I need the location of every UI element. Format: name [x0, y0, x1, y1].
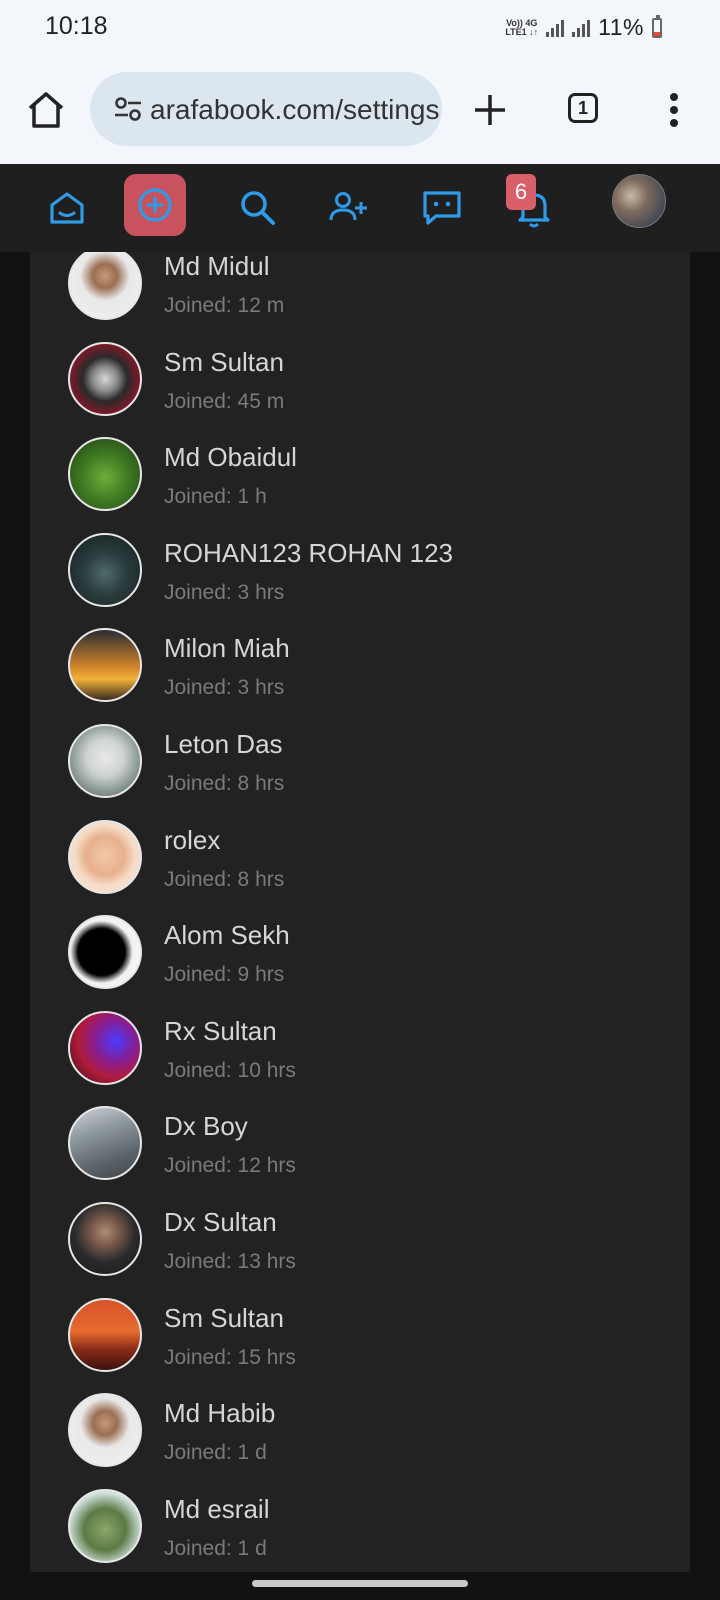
search-icon[interactable]	[236, 186, 280, 230]
list-item[interactable]: Md esrail Joined: 1 d	[30, 1481, 690, 1572]
joined-time: Joined: 1 d	[164, 1441, 267, 1465]
joined-time: Joined: 1 d	[164, 1536, 267, 1560]
messages-icon[interactable]	[420, 186, 464, 230]
list-item[interactable]: rolex Joined: 8 hrs	[30, 812, 690, 909]
signal-1-icon	[546, 19, 565, 37]
joined-time: Joined: 10 hrs	[164, 1058, 296, 1082]
avatar[interactable]	[68, 724, 142, 798]
user-name[interactable]: Milon Miah	[164, 633, 290, 664]
status-indicators: Vo)) 4G LTE1 ↓↑ 11%	[505, 14, 662, 41]
joined-time: Joined: 15 hrs	[164, 1345, 296, 1369]
list-item[interactable]: Md Habib Joined: 1 d	[30, 1385, 690, 1482]
home-nav-icon[interactable]	[45, 186, 89, 230]
list-item[interactable]: Sm Sultan Joined: 15 hrs	[30, 1290, 690, 1387]
user-name[interactable]: Md Midul	[164, 252, 269, 282]
signal-2-icon	[572, 19, 591, 37]
user-name[interactable]: Sm Sultan	[164, 1303, 284, 1334]
lte-label: LTE1 ↓↑	[505, 26, 539, 37]
site-settings-icon[interactable]	[114, 96, 142, 122]
avatar[interactable]	[68, 1010, 142, 1085]
app-navbar: 6	[0, 164, 720, 252]
user-name[interactable]: Md esrail	[164, 1494, 269, 1525]
avatar[interactable]	[68, 915, 142, 990]
more-vert-icon[interactable]	[664, 90, 684, 130]
user-name[interactable]: rolex	[164, 825, 220, 856]
user-name[interactable]: Rx Sultan	[164, 1016, 277, 1047]
tab-switcher-button[interactable]: 1	[568, 93, 598, 123]
avatar[interactable]	[68, 628, 142, 703]
browser-toolbar: arafabook.com/settings 1	[0, 56, 720, 164]
avatar[interactable]	[68, 819, 142, 894]
list-item[interactable]: Dx Boy Joined: 12 hrs	[30, 1098, 690, 1195]
profile-avatar[interactable]	[612, 174, 666, 228]
battery-percent: 11%	[598, 14, 644, 40]
joined-time: Joined: 12 hrs	[164, 1154, 296, 1178]
avatar[interactable]	[68, 341, 142, 416]
joined-time: Joined: 45 m	[164, 389, 285, 413]
joined-time: Joined: 8 hrs	[164, 867, 285, 891]
address-bar[interactable]: arafabook.com/settings	[90, 72, 442, 146]
joined-time: Joined: 9 hrs	[164, 963, 285, 987]
battery-icon	[652, 14, 662, 38]
user-name[interactable]: Dx Sultan	[164, 1207, 277, 1238]
avatar[interactable]	[68, 1393, 142, 1468]
joined-time: Joined: 13 hrs	[164, 1250, 296, 1273]
new-tab-icon[interactable]	[470, 90, 510, 130]
joined-time: Joined: 1 h	[164, 485, 267, 509]
list-item[interactable]: Leton Das Joined: 8 hrs	[30, 716, 690, 813]
list-item[interactable]: Dx Sultan Joined: 13 hrs	[30, 1194, 690, 1291]
list-item[interactable]: Md Midul Joined: 12 m	[30, 252, 690, 335]
list-item[interactable]: Md Obaidul Joined: 1 h	[30, 429, 690, 526]
joined-time: Joined: 3 hrs	[164, 580, 285, 604]
status-bar: 10:18 Vo)) 4G LTE1 ↓↑ 11%	[0, 0, 720, 56]
home-icon[interactable]	[24, 88, 68, 132]
avatar[interactable]	[68, 1106, 142, 1181]
list-item[interactable]: ROHAN123 ROHAN 123 Joined: 3 hrs	[30, 525, 690, 622]
list-item[interactable]: Milon Miah Joined: 3 hrs	[30, 620, 690, 717]
avatar[interactable]	[68, 532, 142, 607]
gesture-nav-handle[interactable]	[252, 1580, 468, 1587]
joined-time: Joined: 3 hrs	[164, 676, 285, 700]
avatar[interactable]	[68, 1297, 142, 1372]
notification-badge: 6	[506, 174, 536, 210]
user-name[interactable]: Md Habib	[164, 1398, 275, 1429]
network-type-label: Vo)) 4G LTE1 ↓↑	[505, 18, 539, 37]
user-name[interactable]: Md Obaidul	[164, 442, 297, 473]
new-members-panel: Md Midul Joined: 12 m Sm Sultan Joined: 45 …	[30, 252, 690, 1572]
url-text[interactable]: arafabook.com/settings	[150, 94, 440, 126]
add-circle-icon[interactable]	[133, 183, 177, 227]
list-item[interactable]: Alom Sekh Joined: 9 hrs	[30, 907, 690, 1004]
add-friend-icon[interactable]	[326, 186, 370, 230]
user-name[interactable]: Dx Boy	[164, 1111, 248, 1142]
avatar[interactable]	[68, 252, 142, 320]
user-name[interactable]: ROHAN123 ROHAN 123	[164, 538, 453, 569]
avatar[interactable]	[68, 437, 142, 512]
list-item[interactable]: Sm Sultan Joined: 45 m	[30, 334, 690, 431]
joined-time: Joined: 8 hrs	[164, 772, 285, 795]
user-name[interactable]: Alom Sekh	[164, 920, 290, 951]
user-name[interactable]: Leton Das	[164, 729, 283, 760]
status-time: 10:18	[45, 12, 108, 40]
list-item[interactable]: Rx Sultan Joined: 10 hrs	[30, 1003, 690, 1100]
avatar[interactable]	[68, 1488, 142, 1563]
user-name[interactable]: Sm Sultan	[164, 347, 284, 378]
joined-time: Joined: 12 m	[164, 294, 285, 317]
avatar[interactable]	[68, 1202, 142, 1276]
